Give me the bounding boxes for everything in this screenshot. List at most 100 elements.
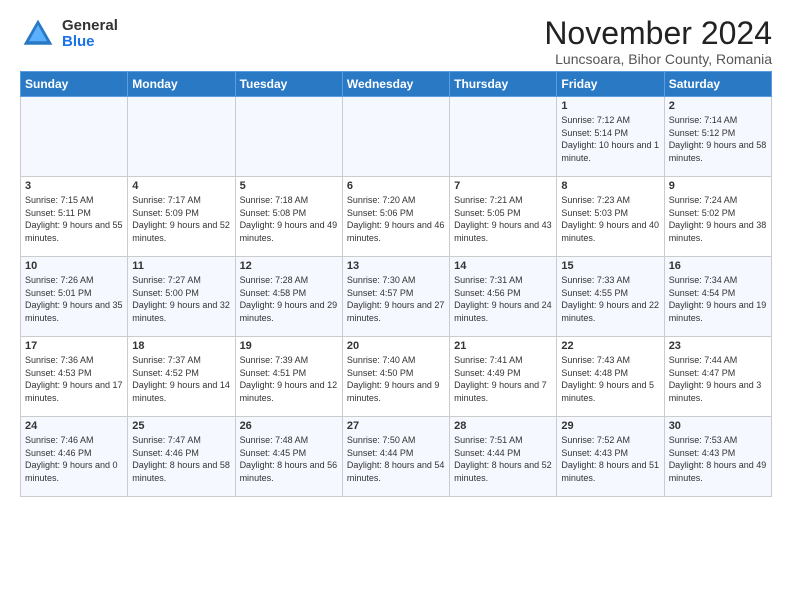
day-info: Sunrise: 7:50 AM Sunset: 4:44 PM Dayligh… [347,434,445,484]
day-number: 28 [454,420,552,432]
sunset-text: Sunset: 4:58 PM [240,288,307,298]
daylight-text: Daylight: 9 hours and 7 minutes. [454,380,547,403]
sunset-text: Sunset: 4:55 PM [561,288,628,298]
sunrise-text: Sunrise: 7:24 AM [669,195,738,205]
table-row: 12 Sunrise: 7:28 AM Sunset: 4:58 PM Dayl… [235,257,342,337]
day-info: Sunrise: 7:24 AM Sunset: 5:02 PM Dayligh… [669,194,767,244]
sunrise-text: Sunrise: 7:44 AM [669,355,738,365]
sunrise-text: Sunrise: 7:14 AM [669,115,738,125]
daylight-text: Daylight: 8 hours and 58 minutes. [132,460,230,483]
sunrise-text: Sunrise: 7:37 AM [132,355,201,365]
sunset-text: Sunset: 5:11 PM [25,208,91,218]
col-sunday: Sunday [21,72,128,97]
day-info: Sunrise: 7:31 AM Sunset: 4:56 PM Dayligh… [454,274,552,324]
day-number: 29 [561,420,659,432]
day-number: 23 [669,340,767,352]
sunset-text: Sunset: 4:47 PM [669,368,736,378]
day-info: Sunrise: 7:28 AM Sunset: 4:58 PM Dayligh… [240,274,338,324]
sunrise-text: Sunrise: 7:26 AM [25,275,94,285]
day-info: Sunrise: 7:26 AM Sunset: 5:01 PM Dayligh… [25,274,123,324]
logo-text: General Blue [62,18,118,51]
day-info: Sunrise: 7:52 AM Sunset: 4:43 PM Dayligh… [561,434,659,484]
day-number: 14 [454,260,552,272]
sunset-text: Sunset: 4:46 PM [132,448,199,458]
sunrise-text: Sunrise: 7:27 AM [132,275,201,285]
daylight-text: Daylight: 8 hours and 54 minutes. [347,460,445,483]
daylight-text: Daylight: 9 hours and 24 minutes. [454,300,552,323]
daylight-text: Daylight: 9 hours and 32 minutes. [132,300,230,323]
table-row [128,97,235,177]
daylight-text: Daylight: 8 hours and 49 minutes. [669,460,767,483]
sunrise-text: Sunrise: 7:50 AM [347,435,416,445]
sunset-text: Sunset: 4:50 PM [347,368,414,378]
sunrise-text: Sunrise: 7:53 AM [669,435,738,445]
page: General Blue November 2024 Luncsoara, Bi… [0,0,792,507]
table-row: 4 Sunrise: 7:17 AM Sunset: 5:09 PM Dayli… [128,177,235,257]
day-number: 12 [240,260,338,272]
sunrise-text: Sunrise: 7:41 AM [454,355,523,365]
daylight-text: Daylight: 9 hours and 5 minutes. [561,380,654,403]
logo-general-text: General [62,18,118,35]
day-info: Sunrise: 7:36 AM Sunset: 4:53 PM Dayligh… [25,354,123,404]
day-info: Sunrise: 7:14 AM Sunset: 5:12 PM Dayligh… [669,114,767,164]
sunset-text: Sunset: 4:48 PM [561,368,628,378]
day-number: 13 [347,260,445,272]
table-row: 1 Sunrise: 7:12 AM Sunset: 5:14 PM Dayli… [557,97,664,177]
sunset-text: Sunset: 5:00 PM [132,288,199,298]
sunrise-text: Sunrise: 7:40 AM [347,355,416,365]
sunrise-text: Sunrise: 7:23 AM [561,195,630,205]
sunrise-text: Sunrise: 7:39 AM [240,355,309,365]
table-row: 11 Sunrise: 7:27 AM Sunset: 5:00 PM Dayl… [128,257,235,337]
daylight-text: Daylight: 9 hours and 38 minutes. [669,220,767,243]
table-row: 16 Sunrise: 7:34 AM Sunset: 4:54 PM Dayl… [664,257,771,337]
day-info: Sunrise: 7:12 AM Sunset: 5:14 PM Dayligh… [561,114,659,164]
table-row: 17 Sunrise: 7:36 AM Sunset: 4:53 PM Dayl… [21,337,128,417]
table-row: 28 Sunrise: 7:51 AM Sunset: 4:44 PM Dayl… [450,417,557,497]
daylight-text: Daylight: 9 hours and 55 minutes. [25,220,123,243]
sunrise-text: Sunrise: 7:21 AM [454,195,523,205]
sunset-text: Sunset: 5:12 PM [669,128,736,138]
daylight-text: Daylight: 9 hours and 52 minutes. [132,220,230,243]
table-row: 6 Sunrise: 7:20 AM Sunset: 5:06 PM Dayli… [342,177,449,257]
day-info: Sunrise: 7:27 AM Sunset: 5:00 PM Dayligh… [132,274,230,324]
day-info: Sunrise: 7:51 AM Sunset: 4:44 PM Dayligh… [454,434,552,484]
day-info: Sunrise: 7:23 AM Sunset: 5:03 PM Dayligh… [561,194,659,244]
calendar-table: Sunday Monday Tuesday Wednesday Thursday… [20,71,772,497]
logo-icon [20,16,56,52]
day-number: 18 [132,340,230,352]
sunrise-text: Sunrise: 7:15 AM [25,195,94,205]
daylight-text: Daylight: 9 hours and 3 minutes. [669,380,762,403]
sunset-text: Sunset: 4:46 PM [25,448,92,458]
table-row: 21 Sunrise: 7:41 AM Sunset: 4:49 PM Dayl… [450,337,557,417]
daylight-text: Daylight: 9 hours and 27 minutes. [347,300,445,323]
sunset-text: Sunset: 4:54 PM [669,288,736,298]
day-number: 5 [240,180,338,192]
table-row: 29 Sunrise: 7:52 AM Sunset: 4:43 PM Dayl… [557,417,664,497]
day-number: 25 [132,420,230,432]
table-row: 13 Sunrise: 7:30 AM Sunset: 4:57 PM Dayl… [342,257,449,337]
week-row-4: 17 Sunrise: 7:36 AM Sunset: 4:53 PM Dayl… [21,337,772,417]
daylight-text: Daylight: 9 hours and 17 minutes. [25,380,123,403]
daylight-text: Daylight: 10 hours and 1 minute. [561,140,659,163]
sunset-text: Sunset: 4:52 PM [132,368,199,378]
daylight-text: Daylight: 9 hours and 19 minutes. [669,300,767,323]
table-row [450,97,557,177]
sunrise-text: Sunrise: 7:33 AM [561,275,630,285]
sunset-text: Sunset: 4:56 PM [454,288,521,298]
table-row: 5 Sunrise: 7:18 AM Sunset: 5:08 PM Dayli… [235,177,342,257]
table-row: 8 Sunrise: 7:23 AM Sunset: 5:03 PM Dayli… [557,177,664,257]
day-info: Sunrise: 7:39 AM Sunset: 4:51 PM Dayligh… [240,354,338,404]
table-row: 22 Sunrise: 7:43 AM Sunset: 4:48 PM Dayl… [557,337,664,417]
table-row: 24 Sunrise: 7:46 AM Sunset: 4:46 PM Dayl… [21,417,128,497]
day-number: 7 [454,180,552,192]
table-row: 10 Sunrise: 7:26 AM Sunset: 5:01 PM Dayl… [21,257,128,337]
day-info: Sunrise: 7:21 AM Sunset: 5:05 PM Dayligh… [454,194,552,244]
sunrise-text: Sunrise: 7:28 AM [240,275,309,285]
day-number: 3 [25,180,123,192]
col-monday: Monday [128,72,235,97]
daylight-text: Daylight: 9 hours and 0 minutes. [25,460,118,483]
day-number: 4 [132,180,230,192]
header: General Blue November 2024 Luncsoara, Bi… [20,16,772,67]
day-number: 20 [347,340,445,352]
day-number: 19 [240,340,338,352]
